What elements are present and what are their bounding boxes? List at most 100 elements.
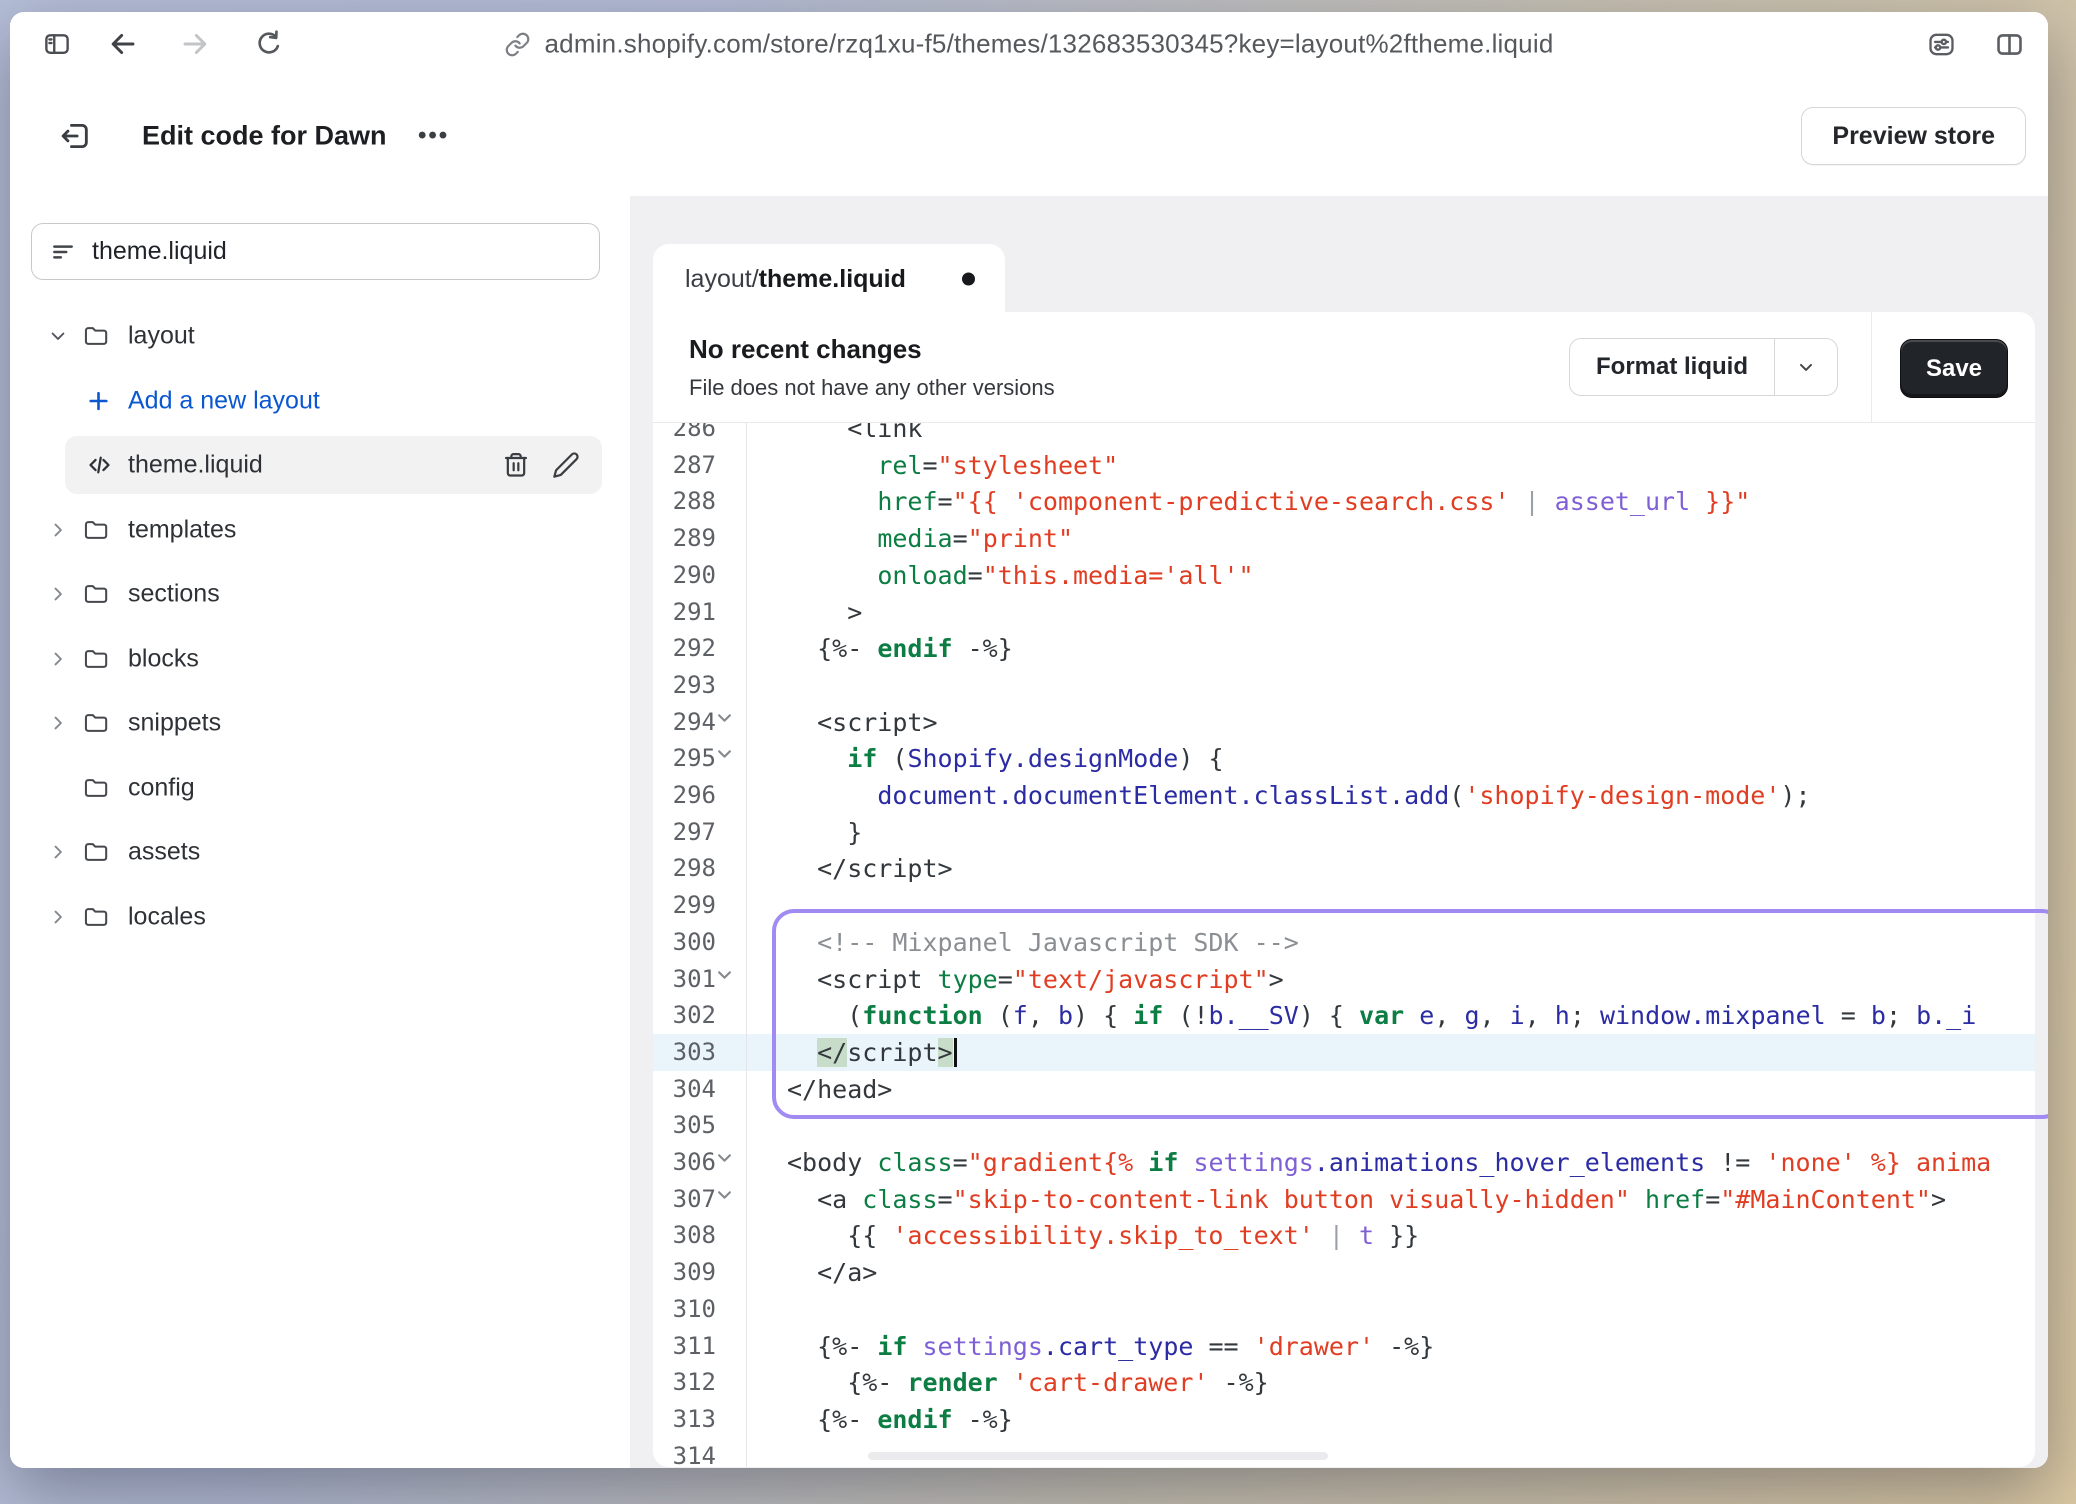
- code-text: [746, 667, 787, 704]
- fold-chevron-icon[interactable]: [717, 1190, 732, 1200]
- folder-icon: [82, 645, 109, 672]
- preview-store-label: Preview store: [1832, 122, 1995, 151]
- code-text: href="{{ 'component-predictive-search.cs…: [746, 483, 1750, 520]
- code-line-288[interactable]: 288 href="{{ 'component-predictive-searc…: [653, 483, 2035, 520]
- editor-panel: No recent changes File does not have any…: [653, 312, 2035, 1467]
- chevron-right-icon[interactable]: [48, 713, 68, 733]
- code-line-286[interactable]: 286 <link: [653, 423, 2035, 447]
- code-line-299[interactable]: 299: [653, 887, 2035, 924]
- code-line-293[interactable]: 293: [653, 667, 2035, 704]
- code-text: [746, 1107, 787, 1144]
- editor-panel-header: No recent changes File does not have any…: [653, 312, 2035, 423]
- preview-store-button[interactable]: Preview store: [1801, 107, 2026, 165]
- line-number: 301: [653, 961, 746, 998]
- code-line-314[interactable]: 314: [653, 1438, 2035, 1467]
- code-line-311[interactable]: 311 {%- if settings.cart_type == 'drawer…: [653, 1328, 2035, 1365]
- sidebar-item-locales[interactable]: locales: [10, 885, 630, 949]
- trash-icon[interactable]: [502, 451, 530, 479]
- filter-icon: [50, 239, 76, 265]
- more-options-button[interactable]: •••: [408, 116, 459, 156]
- header-divider: [1871, 312, 1872, 422]
- code-line-306[interactable]: 306<body class="gradient{% if settings.a…: [653, 1144, 2035, 1181]
- sidebar-item-snippets[interactable]: snippets: [10, 691, 630, 755]
- line-number: 303: [653, 1034, 746, 1071]
- tune-icon[interactable]: [1924, 27, 1958, 61]
- sidebar-item-sections[interactable]: sections: [10, 562, 630, 626]
- code-line-290[interactable]: 290 onload="this.media='all'": [653, 557, 2035, 594]
- code-line-309[interactable]: 309 </a>: [653, 1254, 2035, 1291]
- code-text: </head>: [746, 1071, 892, 1108]
- code-line-297[interactable]: 297 }: [653, 814, 2035, 851]
- code-line-300[interactable]: 300 <!-- Mixpanel Javascript SDK -->: [653, 924, 2035, 961]
- sidebar-item-add-new-layout[interactable]: Add a new layout: [10, 369, 630, 433]
- refresh-icon[interactable]: [252, 27, 286, 61]
- code-line-308[interactable]: 308 {{ 'accessibility.skip_to_text' | t …: [653, 1217, 2035, 1254]
- tab-theme-liquid[interactable]: layout/theme.liquid: [653, 244, 1005, 314]
- code-line-305[interactable]: 305: [653, 1107, 2035, 1144]
- code-line-310[interactable]: 310: [653, 1291, 2035, 1328]
- fold-chevron-icon[interactable]: [717, 1153, 732, 1163]
- code-line-294[interactable]: 294 <script>: [653, 704, 2035, 741]
- code-line-289[interactable]: 289 media="print": [653, 520, 2035, 557]
- fold-chevron-icon[interactable]: [717, 970, 732, 980]
- chevron-right-icon[interactable]: [48, 907, 68, 927]
- code-line-287[interactable]: 287 rel="stylesheet": [653, 447, 2035, 484]
- forward-arrow-icon[interactable]: [178, 27, 212, 61]
- chevron-right-icon[interactable]: [48, 584, 68, 604]
- code-text: >: [746, 594, 862, 631]
- sidebar-item-templates[interactable]: templates: [10, 498, 630, 562]
- code-line-295[interactable]: 295 if (Shopify.designMode) {: [653, 740, 2035, 777]
- code-text: {%- if settings.cart_type == 'drawer' -%…: [746, 1328, 1434, 1365]
- link-icon: [505, 31, 531, 57]
- code-line-312[interactable]: 312 {%- render 'cart-drawer' -%}: [653, 1364, 2035, 1401]
- pencil-icon[interactable]: [552, 451, 580, 479]
- chevron-down-icon: [1796, 357, 1816, 377]
- back-arrow-icon[interactable]: [106, 27, 140, 61]
- url-text: admin.shopify.com/store/rzq1xu-f5/themes…: [545, 29, 1554, 60]
- text-cursor: [954, 1038, 957, 1067]
- file-tree: layoutAdd a new layouttheme.liquidtempla…: [10, 304, 630, 1468]
- code-line-313[interactable]: 313 {%- endif -%}: [653, 1401, 2035, 1438]
- browser-toolbar: admin.shopify.com/store/rzq1xu-f5/themes…: [10, 12, 2048, 77]
- code-line-302[interactable]: 302 (function (f, b) { if (!b.__SV) { va…: [653, 997, 2035, 1034]
- line-number: 295: [653, 740, 746, 777]
- code-text: {%- endif -%}: [746, 1401, 1013, 1438]
- format-liquid-button[interactable]: Format liquid: [1569, 338, 1838, 396]
- fold-chevron-icon[interactable]: [717, 749, 732, 759]
- chevron-down-icon[interactable]: [48, 326, 68, 346]
- fold-chevron-icon[interactable]: [717, 713, 732, 723]
- sidebar-item-config[interactable]: config: [10, 756, 630, 820]
- code-line-303[interactable]: 303 </script>: [653, 1034, 2035, 1071]
- horizontal-scrollbar[interactable]: [868, 1452, 1328, 1460]
- code-line-301[interactable]: 301 <script type="text/javascript">: [653, 961, 2035, 998]
- code-editor[interactable]: 286 <link287 rel="stylesheet"288 href="{…: [653, 423, 2035, 1467]
- code-text: media="print": [746, 520, 1073, 557]
- code-line-298[interactable]: 298 </script>: [653, 850, 2035, 887]
- file-search-input[interactable]: theme.liquid: [31, 223, 600, 280]
- chevron-right-icon[interactable]: [48, 842, 68, 862]
- code-text: <body class="gradient{% if settings.anim…: [746, 1144, 1991, 1181]
- line-number: 307: [653, 1181, 746, 1218]
- panel-toggle-icon[interactable]: [40, 27, 74, 61]
- address-bar[interactable]: admin.shopify.com/store/rzq1xu-f5/themes…: [505, 29, 1554, 60]
- code-line-304[interactable]: 304</head>: [653, 1071, 2035, 1108]
- exit-code-editor-button[interactable]: [54, 115, 96, 157]
- chevron-right-icon[interactable]: [48, 649, 68, 669]
- line-number: 305: [653, 1107, 746, 1144]
- save-button[interactable]: Save: [1900, 339, 2008, 398]
- code-line-296[interactable]: 296 document.documentElement.classList.a…: [653, 777, 2035, 814]
- code-line-307[interactable]: 307 <a class="skip-to-content-link butto…: [653, 1181, 2035, 1218]
- sidebar-item-theme-liquid[interactable]: theme.liquid: [10, 433, 630, 497]
- line-number: 287: [653, 447, 746, 484]
- chevron-right-icon[interactable]: [48, 520, 68, 540]
- code-text: onload="this.media='all'": [746, 557, 1254, 594]
- split-view-icon[interactable]: [1992, 27, 2026, 61]
- format-options-dropdown[interactable]: [1774, 339, 1837, 395]
- sidebar-item-blocks[interactable]: blocks: [10, 627, 630, 691]
- save-label: Save: [1926, 355, 1982, 383]
- code-line-292[interactable]: 292 {%- endif -%}: [653, 630, 2035, 667]
- folder-icon: [82, 710, 109, 737]
- sidebar-item-assets[interactable]: assets: [10, 820, 630, 884]
- sidebar-item-layout[interactable]: layout: [10, 304, 630, 368]
- code-line-291[interactable]: 291 >: [653, 594, 2035, 631]
